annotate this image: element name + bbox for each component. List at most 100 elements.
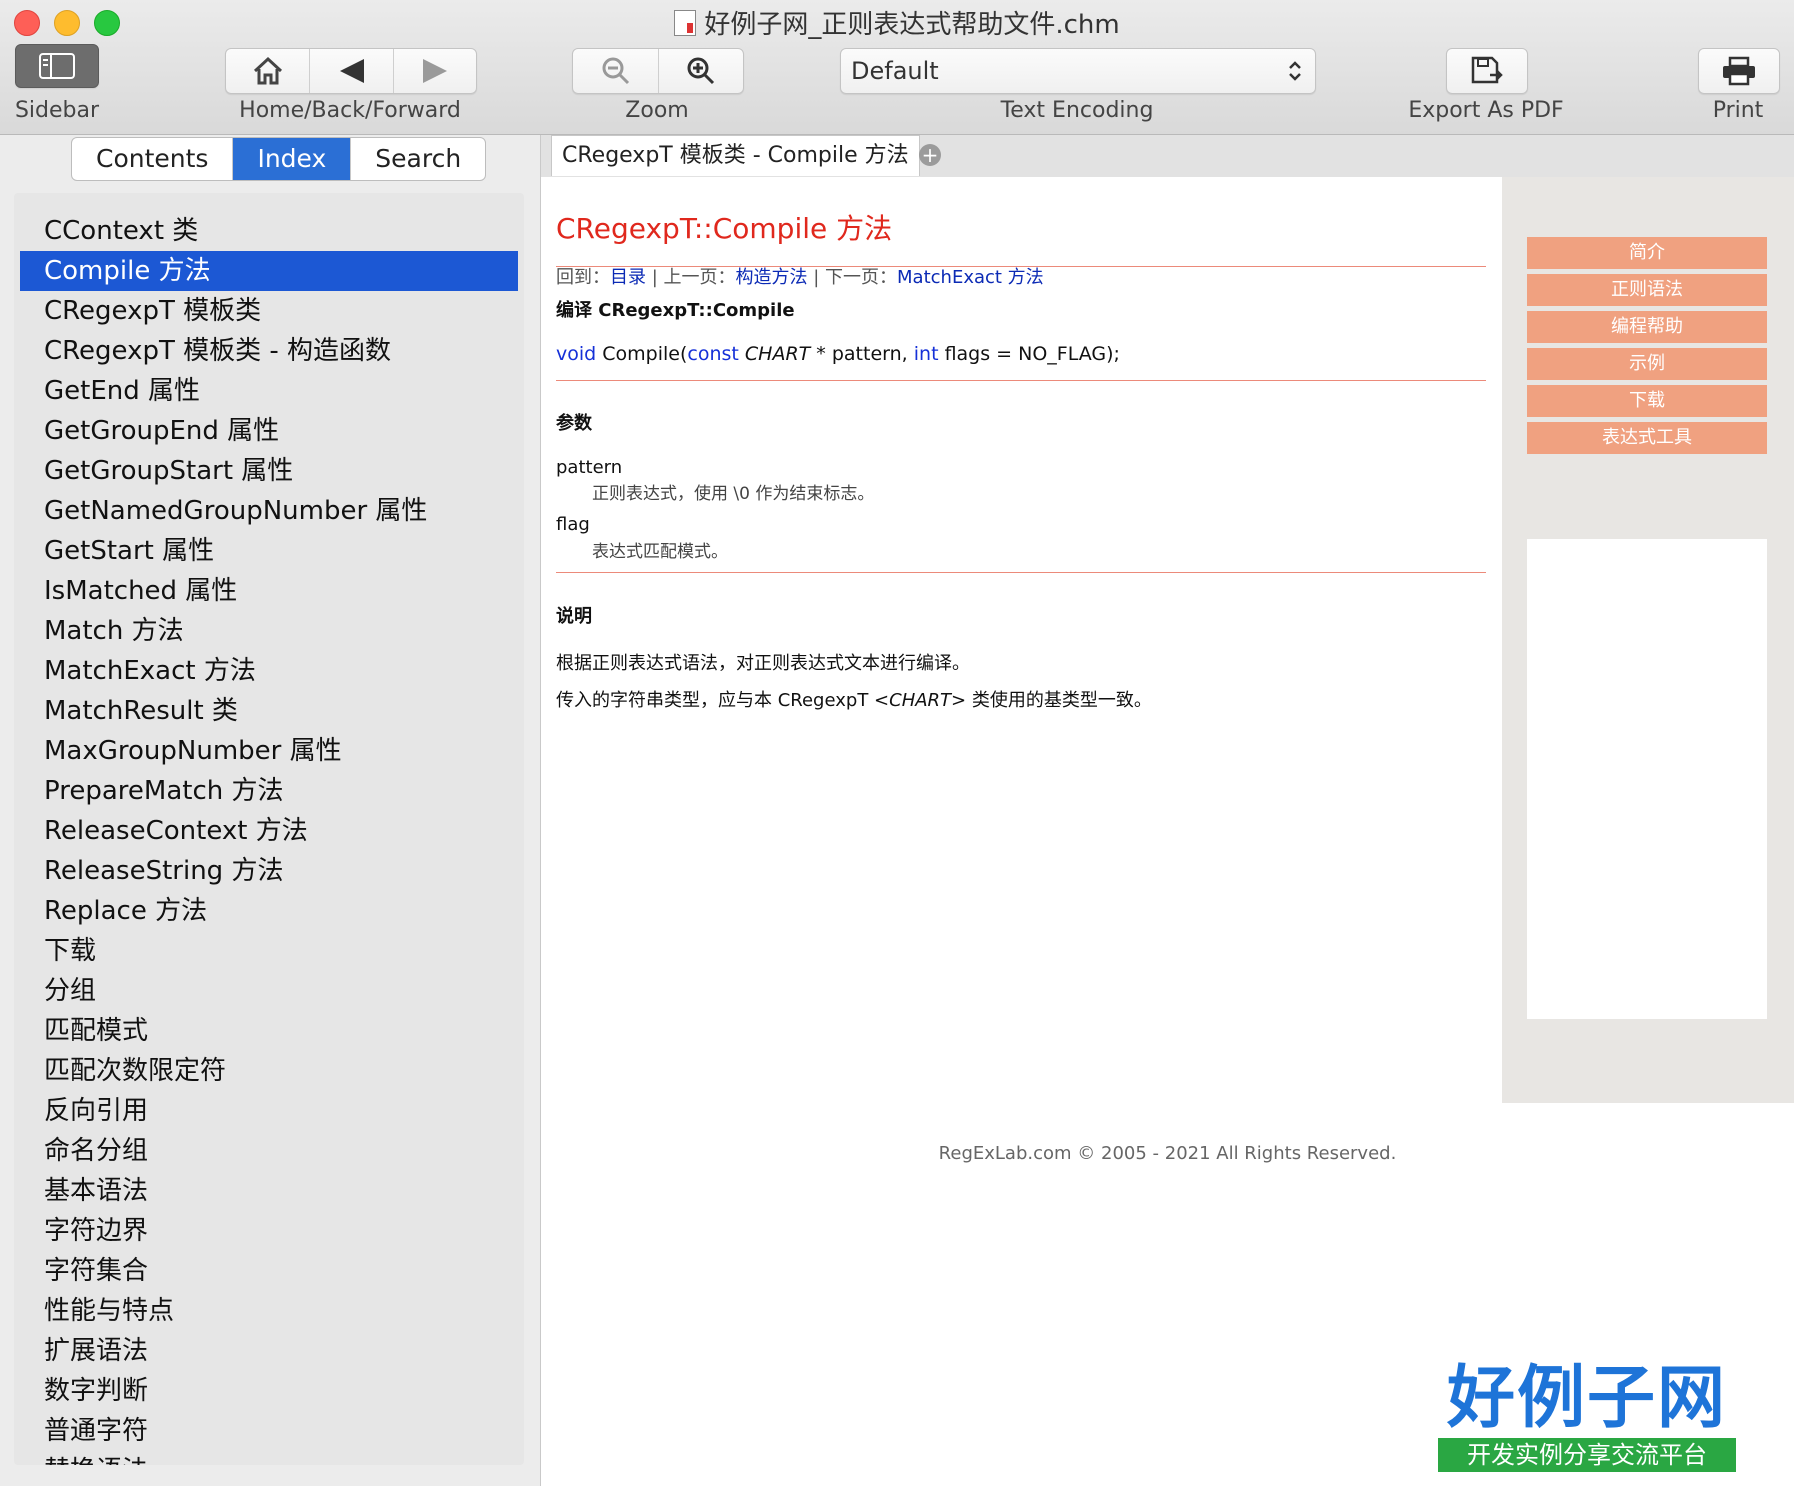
- divider: [556, 266, 1486, 267]
- home-back-forward-label: Home/Back/Forward: [239, 98, 461, 123]
- list-item[interactable]: CRegexpT 模板类: [14, 291, 524, 331]
- list-item[interactable]: 匹配模式: [14, 1011, 524, 1051]
- list-item[interactable]: 替换语法: [14, 1451, 524, 1465]
- index-list[interactable]: CContext 类 Compile 方法 CRegexpT 模板类 CRege…: [14, 193, 524, 1465]
- param-name: flag: [556, 514, 590, 535]
- crumb-back-label: 回到：: [556, 267, 610, 288]
- text-encoding-select[interactable]: Default: [840, 48, 1316, 94]
- crumb-separator: |: [807, 267, 826, 288]
- list-item[interactable]: GetNamedGroupNumber 属性: [14, 491, 524, 531]
- list-item[interactable]: CRegexpT 模板类 - 构造函数: [14, 331, 524, 371]
- window-title: 好例子网_正则表达式帮助文件.chm: [0, 4, 1794, 41]
- printer-icon: [1723, 56, 1755, 86]
- list-item[interactable]: 性能与特点: [14, 1291, 524, 1331]
- code-signature: void Compile(const CHART * pattern, int …: [556, 343, 1120, 365]
- ad-panel: [1527, 539, 1767, 1019]
- tab-contents[interactable]: Contents: [72, 138, 234, 180]
- list-item[interactable]: MatchExact 方法: [14, 651, 524, 691]
- list-item[interactable]: 字符边界: [14, 1211, 524, 1251]
- remarks-text: 传入的字符串类型，应与本 CRegexpT <: [556, 690, 890, 711]
- list-item[interactable]: 分组: [14, 971, 524, 1011]
- nav-tool-button[interactable]: 表达式工具: [1527, 422, 1767, 454]
- print-button[interactable]: [1698, 48, 1780, 94]
- home-button[interactable]: [226, 49, 309, 93]
- zoom-group: [572, 48, 744, 94]
- remarks-paragraph: 传入的字符串类型，应与本 CRegexpT <CHART> 类使用的基类型一致。: [556, 686, 1152, 712]
- sidebar: Contents Index Search CContext 类 Compile…: [0, 135, 541, 1486]
- list-item[interactable]: IsMatched 属性: [14, 571, 524, 611]
- list-item[interactable]: 命名分组: [14, 1131, 524, 1171]
- zoom-in-icon: [687, 57, 715, 85]
- list-item[interactable]: 数字判断: [14, 1371, 524, 1411]
- nav-syntax-button[interactable]: 正则语法: [1527, 274, 1767, 306]
- print-label: Print: [1712, 98, 1764, 123]
- list-item[interactable]: 反向引用: [14, 1091, 524, 1131]
- sidebar-toggle-button[interactable]: [15, 44, 99, 88]
- code-text: flags = NO_FLAG);: [938, 343, 1120, 365]
- crumb-prev-label: 上一页：: [663, 267, 736, 288]
- nav-intro-button[interactable]: 简介: [1527, 237, 1767, 269]
- list-item[interactable]: Match 方法: [14, 611, 524, 651]
- list-item[interactable]: GetGroupStart 属性: [14, 451, 524, 491]
- page-footer: RegExLab.com © 2005 - 2021 All Rights Re…: [938, 1143, 1397, 1164]
- text-encoding-label: Text Encoding: [1000, 98, 1154, 123]
- tab-search[interactable]: Search: [351, 138, 485, 180]
- list-item[interactable]: PrepareMatch 方法: [14, 771, 524, 811]
- list-item[interactable]: 基本语法: [14, 1171, 524, 1211]
- list-item[interactable]: GetGroupEnd 属性: [14, 411, 524, 451]
- export-pdf-label: Export As PDF: [1408, 98, 1564, 123]
- list-item[interactable]: MaxGroupNumber 属性: [14, 731, 524, 771]
- list-item[interactable]: 扩展语法: [14, 1331, 524, 1371]
- list-item[interactable]: 字符集合: [14, 1251, 524, 1291]
- export-pdf-button[interactable]: [1446, 48, 1528, 94]
- list-item[interactable]: ReleaseContext 方法: [14, 811, 524, 851]
- crumb-separator: |: [646, 267, 664, 288]
- params-heading: 参数: [556, 413, 592, 434]
- param-desc: 表达式匹配模式。: [592, 542, 728, 562]
- crumb-next-label: 下一页：: [825, 267, 898, 288]
- divider: [556, 572, 1486, 573]
- list-item[interactable]: MatchResult 类: [14, 691, 524, 731]
- nav-programming-button[interactable]: 编程帮助: [1527, 311, 1767, 343]
- document-page: CRegexpT::Compile 方法 回到：目录 | 上一页：构造方法 | …: [541, 177, 1794, 1486]
- crumb-next-link[interactable]: MatchExact 方法: [897, 267, 1044, 288]
- watermark-logo: 好例子网 开发实例分享交流平台: [1438, 1358, 1736, 1472]
- add-tab-icon[interactable]: +: [919, 144, 941, 166]
- back-arrow-icon: [339, 59, 364, 83]
- code-keyword: void: [556, 343, 597, 365]
- sidebar-label: Sidebar: [14, 98, 100, 123]
- code-keyword: const: [687, 343, 739, 365]
- list-item-selected[interactable]: Compile 方法: [20, 251, 518, 291]
- remarks-heading: 说明: [556, 606, 592, 627]
- divider: [556, 380, 1486, 381]
- forward-arrow-icon: [423, 59, 447, 83]
- back-button[interactable]: [310, 49, 393, 93]
- list-item[interactable]: ReleaseString 方法: [14, 851, 524, 891]
- compile-heading: 编译 CRegexpT::Compile: [556, 300, 795, 321]
- list-item[interactable]: GetEnd 属性: [14, 371, 524, 411]
- document-tab[interactable]: CRegexpT 模板类 - Compile 方法: [551, 135, 920, 176]
- forward-button[interactable]: [394, 49, 476, 93]
- export-pdf-icon: [1471, 56, 1503, 84]
- home-icon: [253, 56, 282, 85]
- crumb-prev-link[interactable]: 构造方法: [736, 267, 808, 288]
- page-title: CRegexpT::Compile 方法: [556, 212, 893, 245]
- list-item[interactable]: 普通字符: [14, 1411, 524, 1451]
- nav-download-button[interactable]: 下载: [1527, 385, 1767, 417]
- list-item[interactable]: 下载: [14, 931, 524, 971]
- zoom-in-button[interactable]: [659, 49, 743, 93]
- crumb-toc-link[interactable]: 目录: [610, 267, 646, 288]
- logo-text: 好例子网: [1446, 1358, 1727, 1438]
- code-type: CHART: [738, 343, 811, 365]
- list-item[interactable]: 匹配次数限定符: [14, 1051, 524, 1091]
- list-item[interactable]: CContext 类: [14, 211, 524, 251]
- remarks-paragraph: 根据正则表达式语法，对正则表达式文本进行编译。: [556, 653, 970, 674]
- list-item[interactable]: Replace 方法: [14, 891, 524, 931]
- home-back-forward-group: [225, 48, 477, 94]
- right-nav-panel: 简介 正则语法 编程帮助 示例 下载 表达式工具: [1502, 177, 1794, 1103]
- tab-index[interactable]: Index: [233, 138, 352, 180]
- zoom-label: Zoom: [625, 98, 689, 123]
- nav-examples-button[interactable]: 示例: [1527, 348, 1767, 380]
- zoom-out-button[interactable]: [573, 49, 658, 93]
- list-item[interactable]: GetStart 属性: [14, 531, 524, 571]
